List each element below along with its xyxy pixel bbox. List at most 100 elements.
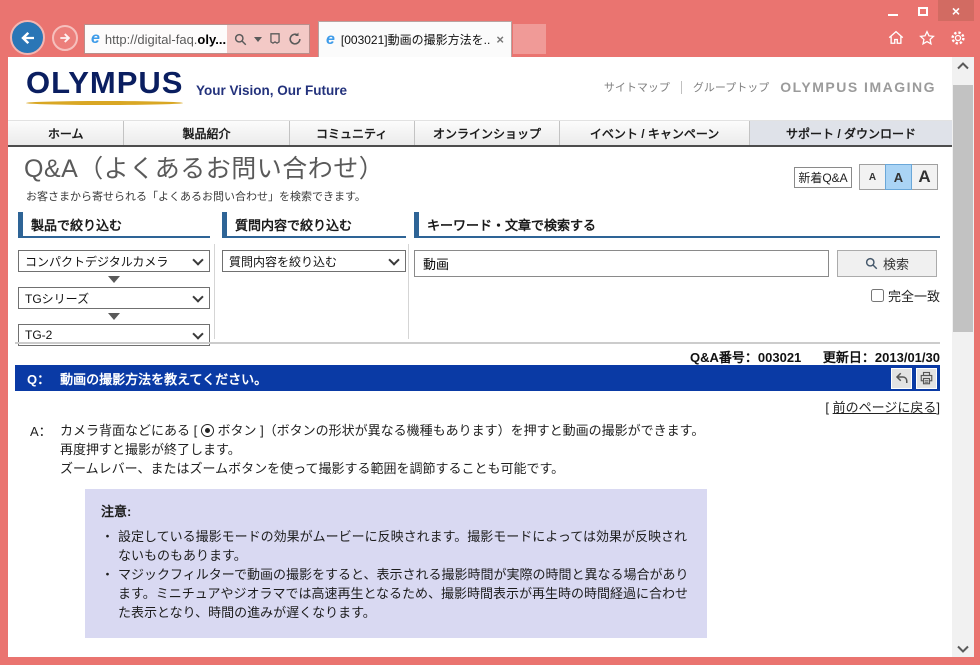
tab-favicon: e — [326, 30, 335, 48]
back-button[interactable] — [10, 20, 45, 55]
browser-toolbar-icons — [887, 29, 967, 47]
filter-flow-arrow-icon — [108, 276, 120, 283]
question-text: 動画の撮影方法を教えてください。 — [60, 371, 268, 387]
grouptop-link[interactable]: グループトップ — [693, 79, 769, 95]
note-bullet: ・ — [101, 529, 115, 544]
main-nav: ホーム 製品紹介 コミュニティ オンラインショップ イベント / キャンペーン … — [8, 120, 952, 147]
compatibility-view-icon[interactable] — [269, 32, 281, 46]
new-tab-button[interactable] — [513, 24, 546, 54]
chevron-down-icon — [192, 328, 204, 340]
keyword-search-input[interactable] — [414, 250, 829, 277]
product-series-select[interactable]: TGシリーズ — [18, 287, 210, 309]
page-title: Q&A（よくあるお問い合わせ） — [24, 155, 385, 183]
answer-prefix: A： — [30, 424, 52, 439]
scroll-down-button[interactable] — [952, 640, 974, 657]
question-prefix: Q： — [27, 371, 51, 387]
window-controls: × — [878, 0, 974, 21]
url-scheme: http://digital-faq. — [104, 31, 198, 47]
note-text: マジックフィルターで動画の撮影をすると、表示される撮影時間が実際の時間と異なる場… — [118, 567, 689, 620]
chevron-down-icon — [192, 291, 204, 303]
page-content: OLYMPUS Your Vision, Our Future サイトマップ グ… — [8, 57, 952, 657]
answer-line-1: カメラ背面などにある [ ボタン ]（ボタンの形状が異なる機種もあります）を押す… — [60, 421, 704, 440]
product-model-value: TG-2 — [25, 328, 53, 342]
font-size-small-button[interactable]: A — [859, 164, 886, 190]
search-icon[interactable] — [234, 33, 247, 46]
browser-tab[interactable]: e [003021]動画の撮影方法を... × — [318, 21, 512, 57]
question-bar-buttons — [891, 367, 940, 389]
sitemap-link[interactable]: サイトマップ — [604, 79, 670, 95]
undo-arrow-icon — [895, 372, 908, 383]
scrollbar-thumb[interactable] — [953, 85, 973, 332]
note-heading: 注意: — [101, 504, 132, 519]
return-button[interactable] — [891, 367, 912, 389]
olympus-logo[interactable]: OLYMPUS — [26, 65, 184, 105]
nav-item-home[interactable]: ホーム — [8, 121, 123, 145]
scroll-up-button[interactable] — [952, 57, 974, 74]
olympus-logo-swoosh — [26, 101, 184, 105]
note-text: 設定している撮影モードの効果がムービーに反映されます。撮影モードによっては効果が… — [118, 529, 688, 563]
maximize-icon — [918, 7, 928, 16]
nav-item-community[interactable]: コミュニティ — [288, 121, 414, 145]
nav-item-events[interactable]: イベント / キャンペーン — [559, 121, 749, 145]
question-content-select[interactable]: 質問内容を絞り込む — [222, 250, 406, 272]
home-icon[interactable] — [887, 29, 905, 47]
url-text[interactable]: http://digital-faq.oly... — [105, 32, 226, 47]
tab-title: [003021]動画の撮影方法を... — [340, 33, 491, 47]
vertical-scrollbar[interactable] — [952, 57, 974, 657]
font-size-large-button[interactable]: A — [911, 164, 938, 190]
nav-item-support[interactable]: サポート / ダウンロード — [749, 121, 952, 145]
settings-gear-icon[interactable] — [949, 29, 967, 47]
note-box: 注意: ・ 設定している撮影モードの効果がムービーに反映されます。撮影モードによ… — [85, 489, 707, 638]
minimize-button[interactable] — [878, 0, 908, 21]
section-divider — [15, 342, 940, 344]
browser-window: × e http://digital-faq.oly... e [003021]… — [0, 0, 980, 665]
product-category-value: コンパクトデジタルカメラ — [25, 254, 169, 269]
question-content-value: 質問内容を絞り込む — [229, 254, 338, 269]
search-button[interactable]: 検索 — [837, 250, 937, 277]
product-filter-heading: 製品で絞り込む — [18, 212, 210, 238]
back-arrow-icon — [20, 31, 34, 44]
exact-match-checkbox[interactable] — [870, 289, 884, 302]
address-bar-buttons — [227, 25, 309, 53]
qa-meta: Q&A番号：003021 更新日：2013/01/30 — [690, 347, 940, 366]
search-button-label: 検索 — [882, 257, 909, 272]
previous-page-link[interactable]: 前のページに戻る — [833, 400, 937, 415]
tab-close-icon[interactable]: × — [496, 32, 504, 47]
note-item: ・ マジックフィルターで動画の撮影をすると、表示される撮影時間が実際の時間と異な… — [101, 565, 691, 622]
font-size-medium-button[interactable]: A — [885, 164, 912, 190]
minimize-icon — [888, 13, 898, 16]
chevron-up-icon — [957, 61, 969, 69]
product-category-select[interactable]: コンパクトデジタルカメラ — [18, 250, 210, 272]
filter-column-divider — [408, 244, 409, 339]
forward-button[interactable] — [52, 25, 78, 51]
search-dropdown-icon[interactable] — [254, 36, 262, 42]
question-filter-column: 質問内容で絞り込む 質問内容を絞り込む — [222, 212, 406, 272]
ie-favicon: e — [91, 30, 100, 47]
olympus-imaging-logo: OLYMPUS IMAGING — [780, 79, 936, 95]
back-link-row: [ 前のページに戻る] — [825, 397, 940, 416]
new-qa-button[interactable]: 新着Q&A — [794, 167, 852, 188]
search-icon — [865, 257, 878, 270]
maximize-button[interactable] — [908, 0, 938, 21]
product-filter-column: 製品で絞り込む コンパクトデジタルカメラ TGシリーズ TG-2 — [18, 212, 210, 346]
answer-body: カメラ背面などにある [ ボタン ]（ボタンの形状が異なる機種もあります）を押す… — [60, 421, 704, 478]
question-bar: Q： 動画の撮影方法を教えてください。 — [15, 365, 940, 391]
close-button[interactable]: × — [938, 0, 974, 21]
refresh-icon[interactable] — [288, 32, 302, 46]
record-button-icon — [200, 424, 214, 437]
product-series-value: TGシリーズ — [25, 291, 90, 306]
address-bar[interactable]: e http://digital-faq.oly... — [84, 24, 310, 54]
filter-column-divider — [214, 244, 215, 339]
chevron-down-icon — [192, 254, 204, 266]
favorites-star-icon[interactable] — [918, 29, 936, 47]
exact-match-label: 完全一致 — [887, 289, 940, 304]
nav-item-products[interactable]: 製品紹介 — [123, 121, 288, 145]
qa-number: Q&A番号：003021 — [690, 350, 802, 365]
printer-icon — [920, 371, 933, 384]
keyword-search-column: キーワード・文章で検索する 検索 完全一致 — [414, 212, 940, 305]
print-button[interactable] — [916, 367, 937, 389]
olympus-logo-text: OLYMPUS — [26, 65, 184, 100]
page-subtitle: お客さまから寄せられる「よくあるお問い合わせ」を検索できます。 — [26, 191, 366, 203]
nav-item-onlineshop[interactable]: オンラインショップ — [413, 121, 559, 145]
answer-line-2: 再度押すと撮影が終了します。 — [60, 442, 241, 457]
